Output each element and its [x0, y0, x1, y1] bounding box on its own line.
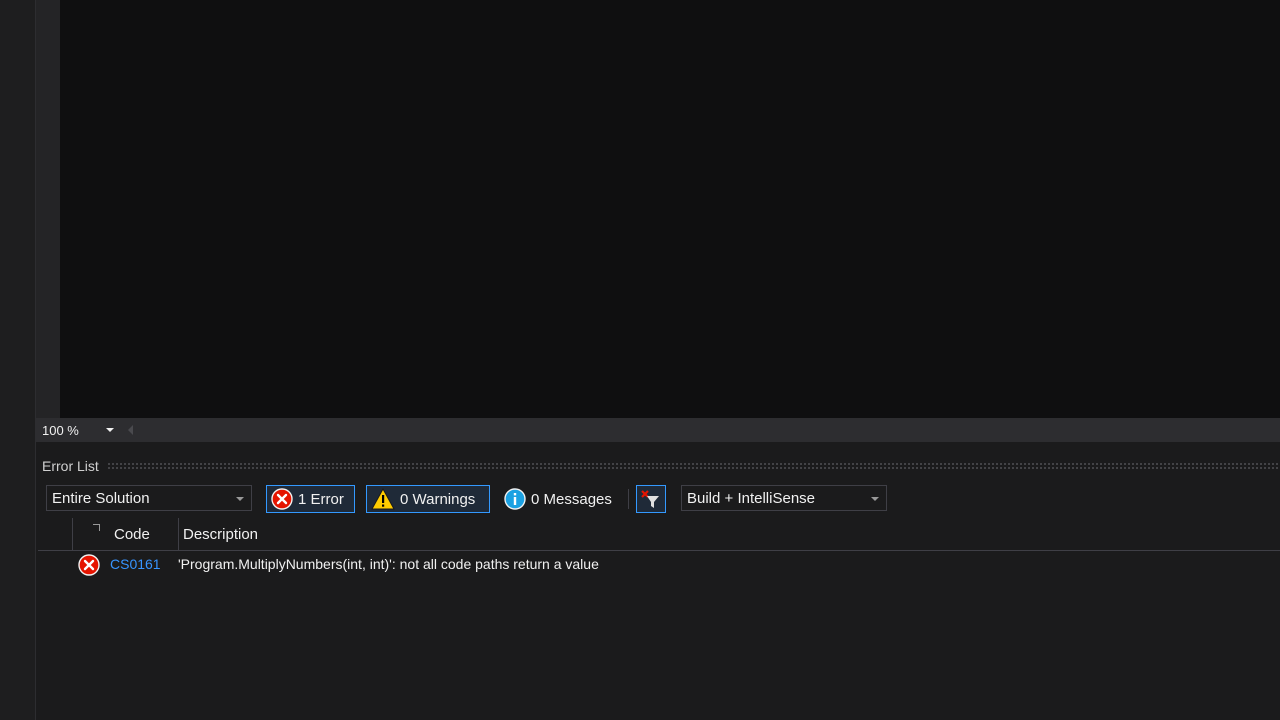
column-header-code[interactable]: Code	[114, 518, 178, 550]
title-grip[interactable]	[106, 462, 1280, 470]
error-code-link[interactable]: CS0161	[110, 556, 161, 572]
editor-indicator-margin	[36, 0, 60, 418]
error-list-toolbar: Entire Solution 1 Error 0 Warnings 0 Mes…	[36, 485, 1280, 513]
clear-filter-button[interactable]	[636, 485, 666, 513]
panel-title: Error List	[42, 458, 99, 474]
scope-dropdown-value: Entire Solution	[52, 489, 150, 507]
column-header-severity[interactable]	[72, 518, 110, 550]
errors-count-label: 1 Error	[298, 490, 344, 508]
warnings-count-label: 0 Warnings	[400, 490, 476, 508]
toolbar-separator	[628, 489, 629, 509]
scope-dropdown[interactable]: Entire Solution	[46, 485, 252, 511]
zoom-dropdown[interactable]: 100 %	[38, 421, 118, 439]
column-header-code-label: Code	[114, 525, 150, 543]
chevron-down-icon	[106, 428, 114, 432]
error-icon	[78, 554, 100, 580]
source-dropdown-value: Build + IntelliSense	[687, 489, 815, 507]
error-icon	[271, 488, 293, 510]
zoom-level: 100 %	[42, 422, 79, 438]
code-editor[interactable]	[60, 0, 1280, 418]
chevron-down-icon	[871, 497, 879, 501]
chevron-down-icon	[236, 497, 244, 501]
messages-count-label: 0 Messages	[531, 490, 612, 508]
scroll-left-icon[interactable]	[128, 425, 133, 435]
sort-grip-icon	[93, 524, 100, 531]
warnings-filter-button[interactable]: 0 Warnings	[366, 485, 490, 513]
error-description: 'Program.MultiplyNumbers(int, int)': not…	[178, 556, 599, 572]
table-row[interactable]: CS0161 'Program.MultiplyNumbers(int, int…	[38, 551, 1280, 579]
warning-icon	[371, 488, 395, 510]
info-icon	[504, 488, 526, 510]
left-tool-strip	[0, 0, 36, 720]
messages-filter-button[interactable]: 0 Messages	[500, 485, 624, 513]
error-list-panel: Error List Entire Solution 1 Error 0 War…	[36, 452, 1280, 720]
clear-filter-icon	[640, 488, 662, 510]
column-header-description-label: Description	[183, 525, 259, 543]
panel-title-bar: Error List	[36, 452, 1280, 480]
errors-filter-button[interactable]: 1 Error	[266, 485, 355, 513]
column-header-description[interactable]: Description	[178, 518, 578, 550]
editor-status-bar: 100 %	[36, 418, 1280, 442]
source-dropdown[interactable]: Build + IntelliSense	[681, 485, 887, 511]
error-grid-header: Code Description	[38, 518, 1280, 551]
